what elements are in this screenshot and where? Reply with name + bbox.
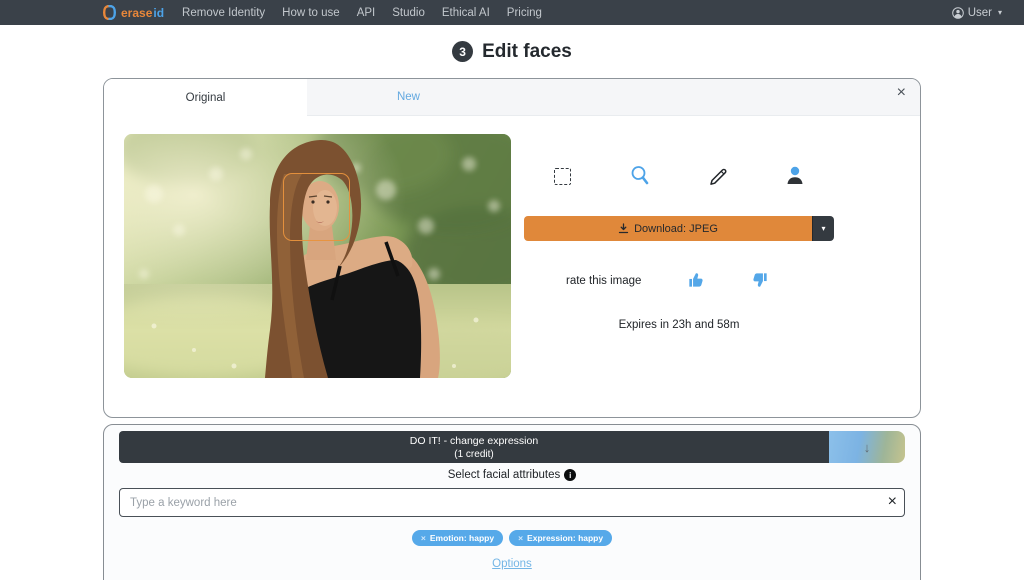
chip-label: Emotion: happy	[430, 533, 494, 543]
download-label: Download: JPEG	[634, 223, 718, 235]
caret-down-icon: ▾	[998, 8, 1002, 17]
info-icon[interactable]: i	[564, 469, 576, 481]
thumb-down-button[interactable]	[751, 272, 769, 290]
do-it-button[interactable]: DO IT! - change expression (1 credit)	[119, 431, 829, 463]
edit-tool-button[interactable]	[705, 164, 731, 188]
download-split-button: Download: JPEG ▾	[524, 216, 834, 241]
nav-menu: Remove Identity How to use API Studio Et…	[182, 7, 542, 19]
do-row: DO IT! - change expression (1 credit) ↓	[119, 431, 905, 463]
thumb-up-button[interactable]	[687, 272, 705, 290]
brand-logo[interactable]: eraseid	[103, 5, 164, 20]
tab-original[interactable]: Original	[104, 79, 307, 117]
eraseid-logo-icon	[103, 5, 116, 20]
keyword-row: ×	[119, 488, 905, 517]
download-format-dropdown[interactable]: ▾	[812, 216, 834, 241]
attribute-chip-expression[interactable]: × Expression: happy	[509, 530, 612, 546]
thumb-up-icon	[688, 272, 704, 288]
select-area-tool-button[interactable]	[550, 164, 576, 188]
rate-label: rate this image	[566, 275, 641, 287]
viewer-card: Original New ×	[103, 78, 921, 418]
tab-new[interactable]: New	[307, 79, 510, 115]
navbar: eraseid Remove Identity How to use API S…	[0, 0, 1024, 25]
do-it-credit-label: (1 credit)	[454, 449, 493, 460]
attributes-label: Select facial attributes	[448, 469, 561, 481]
expires-text: Expires in 23h and 58m	[524, 319, 834, 331]
remove-chip-icon[interactable]: ×	[421, 533, 426, 543]
viewer-controls: Download: JPEG ▾ rate this image	[524, 134, 834, 378]
download-button[interactable]: Download: JPEG	[524, 216, 812, 241]
attribute-chip-emotion[interactable]: × Emotion: happy	[412, 530, 503, 546]
original-photo	[124, 134, 511, 378]
pencil-icon	[708, 165, 728, 187]
close-icon[interactable]: ×	[897, 85, 906, 101]
scroll-down-button[interactable]: ↓	[829, 431, 905, 463]
do-it-label: DO IT! - change expression	[410, 435, 538, 447]
rate-row: rate this image	[524, 271, 834, 291]
user-label: User	[968, 7, 992, 19]
down-arrow-icon: ↓	[864, 440, 871, 455]
nav-item-api[interactable]: API	[357, 7, 376, 19]
options-link[interactable]: Options	[104, 558, 920, 570]
user-menu[interactable]: User ▾	[952, 7, 1002, 19]
keyword-input[interactable]	[119, 488, 905, 517]
brand-text-id: id	[153, 6, 164, 20]
nav-item-how-to-use[interactable]: How to use	[282, 7, 340, 19]
nav-item-remove-identity[interactable]: Remove Identity	[182, 7, 265, 19]
brand-text-erase: erase	[121, 6, 152, 20]
nav-item-studio[interactable]: Studio	[392, 7, 425, 19]
remove-chip-icon[interactable]: ×	[518, 533, 523, 543]
tools-row	[524, 164, 834, 188]
viewer-body: Download: JPEG ▾ rate this image	[104, 116, 920, 378]
nav-item-pricing[interactable]: Pricing	[507, 7, 542, 19]
thumb-down-icon	[752, 272, 768, 288]
person-icon	[785, 165, 805, 187]
action-card: DO IT! - change expression (1 credit) ↓ …	[103, 424, 921, 580]
magnifier-icon	[630, 165, 650, 187]
caret-down-icon: ▾	[821, 224, 825, 233]
face-detection-box[interactable]	[283, 173, 351, 241]
attributes-label-row: Select facial attributes i	[104, 469, 920, 481]
step-number-badge: 3	[452, 41, 473, 62]
selection-square-icon	[554, 168, 571, 185]
face-tool-button[interactable]	[782, 164, 808, 188]
clear-input-icon[interactable]: ×	[888, 491, 897, 513]
zoom-tool-button[interactable]	[627, 164, 653, 188]
chip-label: Expression: happy	[527, 533, 603, 543]
page-title: Edit faces	[482, 41, 572, 63]
chips-row: × Emotion: happy × Expression: happy	[104, 530, 920, 546]
nav-item-ethical-ai[interactable]: Ethical AI	[442, 7, 490, 19]
tabs-strip: Original New ×	[104, 79, 920, 116]
page-header: 3 Edit faces	[0, 25, 1024, 78]
download-icon	[618, 223, 629, 234]
portrait-photo-illustration	[124, 134, 511, 378]
user-circle-icon	[952, 7, 964, 19]
